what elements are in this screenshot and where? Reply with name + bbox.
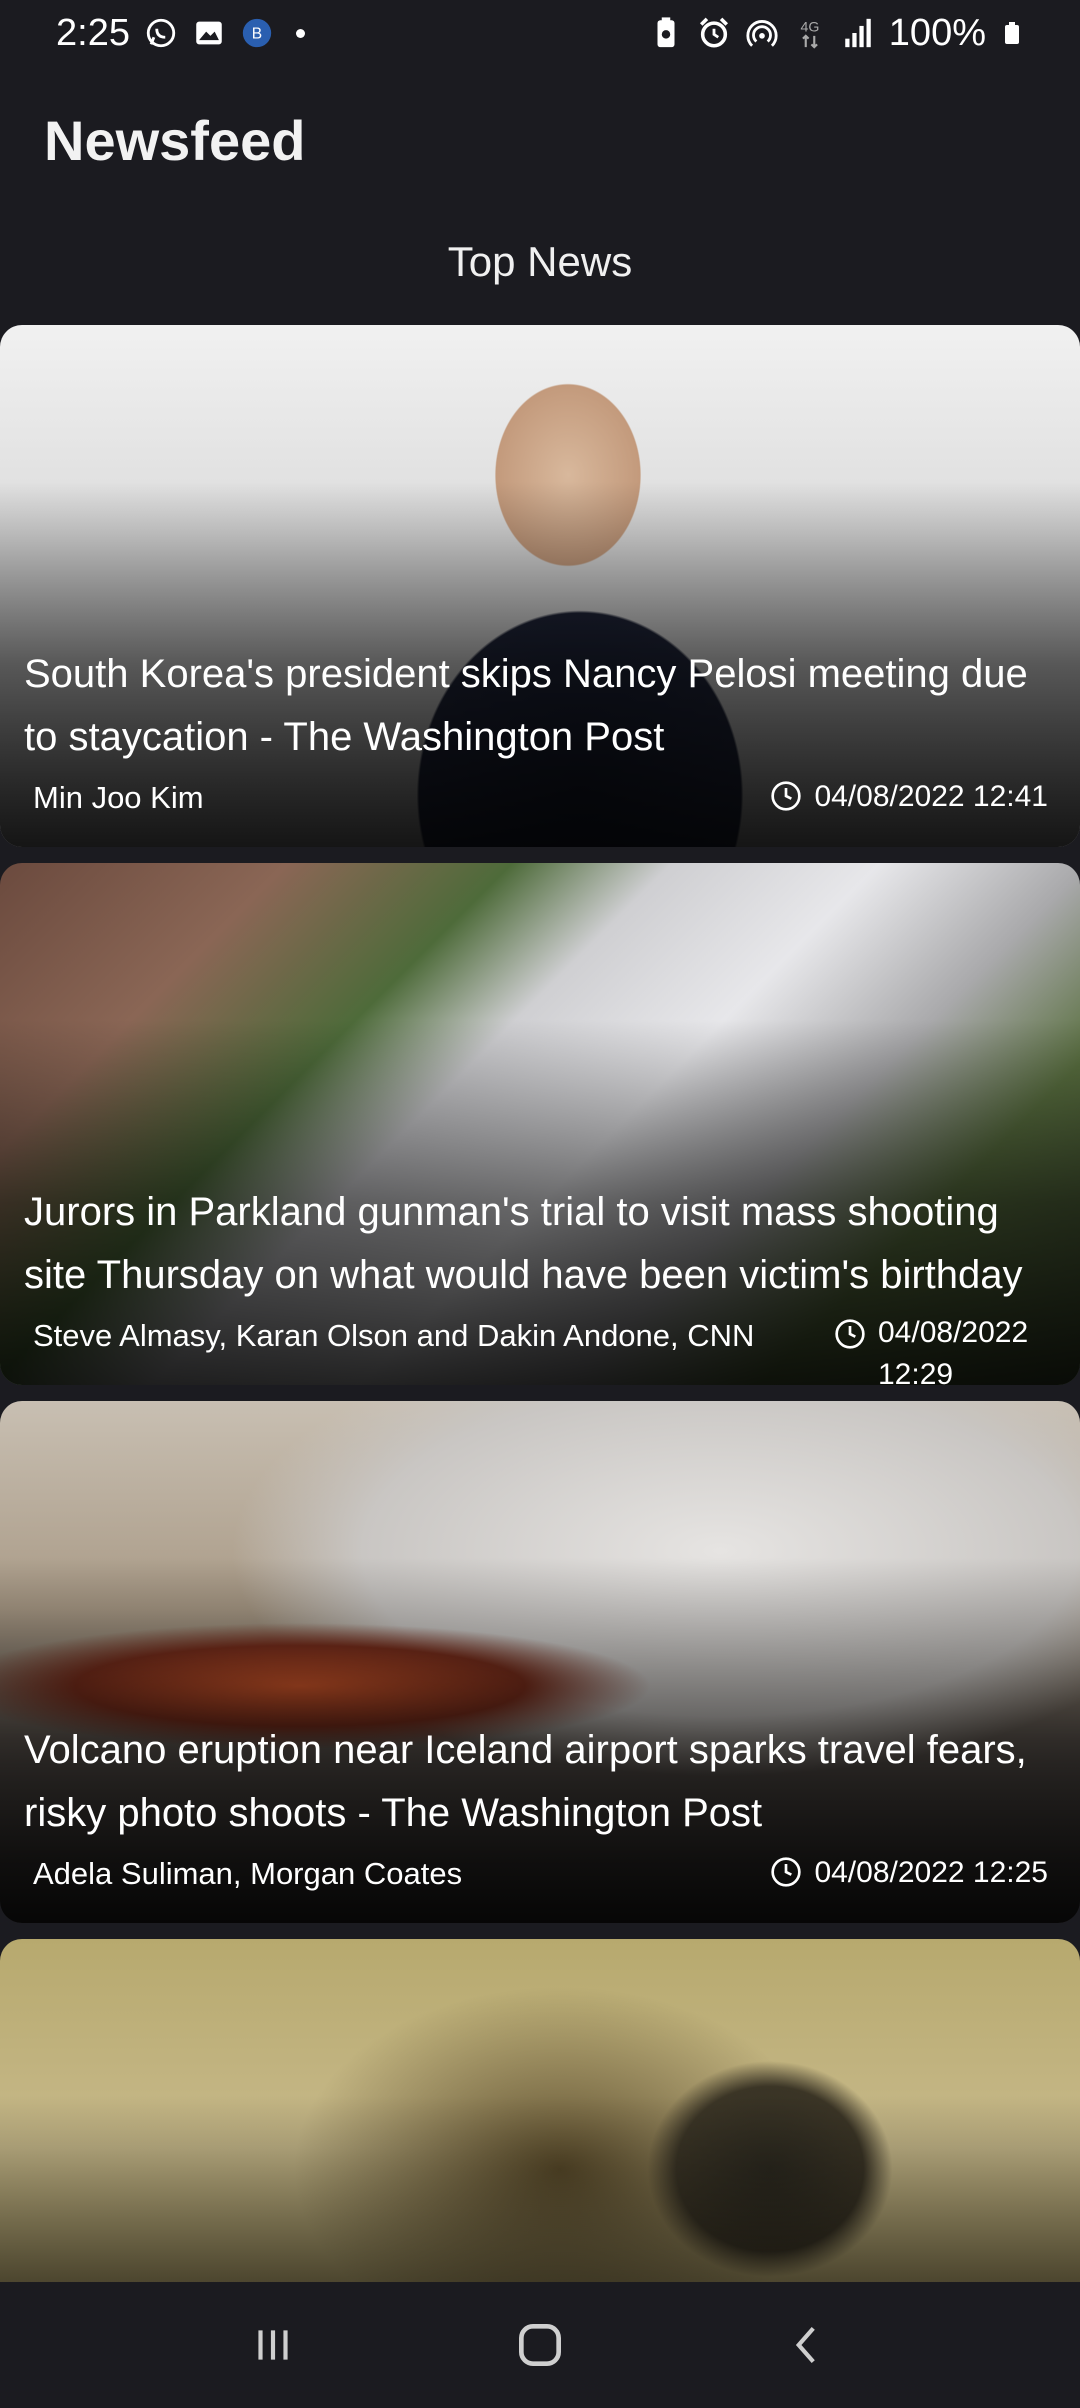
back-icon — [795, 2326, 815, 2364]
article-author: Steve Almasy, Karan Olson and Dakin Ando… — [33, 1318, 755, 1353]
battery-percent: 100% — [888, 11, 986, 54]
screen: 2:25 B 4G 100% Newsfeed Top News South K… — [0, 0, 1080, 2408]
article-headline: South Korea's president skips Nancy Pelo… — [24, 652, 1028, 759]
home-icon — [518, 2324, 561, 2366]
battery-icon — [1005, 22, 1019, 44]
recent-apps-button[interactable] — [223, 2305, 323, 2385]
network-4g-icon: 4G — [800, 20, 819, 49]
back-button[interactable] — [757, 2305, 857, 2385]
app-title: Newsfeed — [44, 109, 306, 172]
article-date: 04/08/2022 12:29 — [834, 1316, 1048, 1385]
svg-text:B: B — [252, 26, 262, 43]
notification-dot — [295, 28, 305, 38]
recent-apps-icon — [258, 2330, 288, 2360]
news-card[interactable]: South Korea's president skips Nancy Pelo… — [0, 325, 1080, 847]
home-button[interactable] — [490, 2305, 590, 2385]
svg-text:4G: 4G — [800, 20, 819, 36]
status-right: 4G 100% — [649, 12, 1024, 55]
article-date-text: 04/08/2022 12:29 — [878, 1316, 1029, 1385]
clock-icon — [771, 781, 802, 811]
clock-icon — [835, 1319, 865, 1349]
news-feed[interactable]: South Korea's president skips Nancy Pelo… — [0, 325, 1080, 2408]
news-card[interactable]: Volcano eruption near Iceland airport sp… — [0, 1401, 1080, 1923]
signal-icon — [845, 18, 871, 48]
status-bar: 2:25 B 4G 100% — [0, 0, 1080, 66]
article-author: Adela Suliman, Morgan Coates — [33, 1856, 463, 1891]
system-nav-bar — [0, 2282, 1080, 2408]
battery-saver-icon — [657, 17, 675, 48]
gallery-icon — [196, 21, 222, 45]
article-date: 04/08/2022 12:25 — [770, 1856, 1048, 1890]
article-headline: Volcano eruption near Iceland airport sp… — [24, 1728, 1027, 1835]
article-date-text: 04/08/2022 12:25 — [814, 1856, 1048, 1889]
status-time: 2:25 — [56, 11, 130, 54]
status-left: 2:25 B — [56, 12, 305, 55]
app-icon: B — [242, 18, 272, 48]
clock-icon — [771, 1857, 802, 1887]
section-title: Top News — [447, 238, 633, 285]
news-card[interactable]: Jurors in Parkland gunman's trial to vis… — [0, 863, 1080, 1385]
article-headline: Jurors in Parkland gunman's trial to vis… — [24, 1190, 1023, 1297]
article-date: 04/08/2022 12:41 — [770, 780, 1048, 814]
alarm-icon — [699, 17, 728, 48]
article-date-text: 04/08/2022 12:41 — [814, 780, 1048, 813]
hotspot-icon — [746, 20, 778, 47]
whatsapp-icon — [146, 18, 176, 48]
article-author: Min Joo Kim — [33, 780, 204, 815]
